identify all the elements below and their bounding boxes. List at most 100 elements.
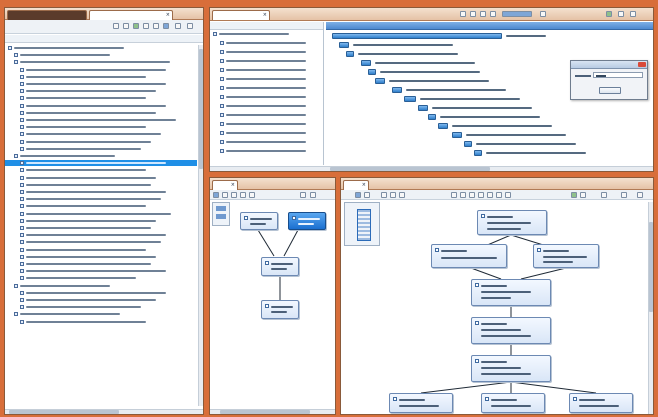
diagram-node[interactable]	[471, 317, 551, 344]
gantt-bar[interactable]	[464, 141, 472, 147]
mini-hscrollbar[interactable]	[210, 409, 335, 414]
tree-item[interactable]	[5, 146, 197, 152]
overview-viewport[interactable]	[357, 209, 371, 241]
toolbar-icon[interactable]	[123, 23, 129, 29]
tree-item[interactable]	[5, 275, 197, 281]
tree-item[interactable]	[5, 311, 197, 317]
scroll-thumb[interactable]	[330, 167, 490, 171]
diagram-node[interactable]	[261, 300, 299, 319]
toolbar-icon[interactable]	[364, 192, 370, 198]
gantt-bar[interactable]	[346, 51, 355, 57]
toolbar-icon[interactable]	[580, 192, 586, 198]
overview-map[interactable]	[344, 202, 380, 246]
gantt-bar[interactable]	[473, 150, 482, 156]
tab-mini[interactable]: ×	[212, 180, 238, 190]
toolbar-icon[interactable]	[213, 192, 219, 198]
gantt-list-item[interactable]	[210, 94, 323, 100]
gantt-list-item[interactable]	[210, 112, 323, 118]
scroll-thumb[interactable]	[649, 222, 653, 312]
tab-structure[interactable]: ×	[89, 10, 173, 20]
diagram-node[interactable]	[481, 393, 545, 413]
tree-item[interactable]	[5, 261, 197, 267]
ok-button[interactable]	[599, 87, 621, 94]
toolbar-icon[interactable]	[621, 192, 627, 198]
tree-item[interactable]	[5, 203, 197, 209]
toolbar-icon[interactable]	[478, 192, 484, 198]
tab-main[interactable]: ×	[343, 180, 369, 190]
tree-item[interactable]	[5, 131, 197, 137]
toolbar-icon[interactable]	[630, 11, 636, 17]
gantt-list-item[interactable]	[210, 103, 323, 109]
diagram-node[interactable]	[477, 210, 547, 235]
tree-item[interactable]	[5, 304, 197, 310]
diagram-node[interactable]	[471, 355, 551, 382]
toolbar-icon[interactable]	[231, 192, 237, 198]
tree-item[interactable]	[5, 247, 197, 253]
scroll-thumb[interactable]	[199, 49, 203, 169]
toolbar-icon[interactable]	[505, 192, 511, 198]
gantt-list-item[interactable]	[210, 121, 323, 127]
toolbar-icon[interactable]	[300, 192, 306, 198]
toolbar-icon[interactable]	[502, 11, 532, 17]
tree-item[interactable]	[5, 254, 197, 260]
close-icon[interactable]: ×	[166, 11, 170, 20]
tree-item[interactable]	[5, 81, 197, 87]
tree-item[interactable]	[5, 196, 197, 202]
tree-item[interactable]	[5, 175, 197, 181]
gantt-bar[interactable]	[437, 123, 448, 129]
tree-item[interactable]	[5, 160, 197, 167]
tree-item[interactable]	[5, 117, 197, 123]
toolbar-icon[interactable]	[451, 192, 457, 198]
toolbar-icon[interactable]	[460, 192, 466, 198]
gantt-list-item[interactable]	[210, 130, 323, 136]
toolbar-icon[interactable]	[460, 11, 466, 17]
gantt-list-item[interactable]	[210, 139, 323, 145]
gantt-bar[interactable]	[360, 60, 371, 66]
toolbar-icon[interactable]	[390, 192, 396, 198]
toolbar-icon[interactable]	[540, 11, 546, 17]
tree-item[interactable]	[5, 110, 197, 116]
tree-scrollbar[interactable]	[198, 45, 203, 406]
palette-item[interactable]	[216, 214, 226, 219]
toolbar-icon[interactable]	[606, 11, 612, 17]
toolbar-icon[interactable]	[637, 192, 643, 198]
tree-item[interactable]	[5, 283, 197, 289]
tree-item[interactable]	[5, 52, 197, 58]
toolbar-icon[interactable]	[571, 192, 577, 198]
gantt-bar[interactable]	[375, 78, 386, 84]
close-icon[interactable]: ×	[263, 11, 267, 20]
tree-item[interactable]	[5, 319, 197, 325]
tree-item[interactable]	[5, 67, 197, 73]
tree-hscrollbar[interactable]	[5, 409, 203, 414]
tree-item[interactable]	[5, 103, 197, 109]
gantt-list-item[interactable]	[210, 85, 323, 91]
gantt-hscrollbar[interactable]	[210, 166, 653, 171]
toolbar-icon[interactable]	[469, 192, 475, 198]
palette-item[interactable]	[216, 206, 226, 211]
tree-item[interactable]	[5, 124, 197, 130]
close-icon[interactable]	[638, 62, 646, 67]
diagram-node[interactable]	[533, 244, 599, 268]
scroll-thumb[interactable]	[220, 410, 310, 414]
tree-item[interactable]	[5, 45, 197, 51]
toolbar-icon[interactable]	[153, 23, 159, 29]
tree-item[interactable]	[5, 225, 197, 231]
toolbar-icon[interactable]	[470, 11, 476, 17]
gantt-bar[interactable]	[452, 132, 462, 138]
toolbar-icon[interactable]	[601, 192, 607, 198]
gantt-bar[interactable]	[339, 42, 350, 48]
diagram-node[interactable]	[240, 212, 278, 230]
close-icon[interactable]: ×	[362, 181, 366, 190]
gantt-list-item[interactable]	[210, 49, 323, 55]
toolbar-icon[interactable]	[399, 192, 405, 198]
toolbar-icon[interactable]	[355, 192, 361, 198]
tree-item[interactable]	[5, 218, 197, 224]
tree-item[interactable]	[5, 211, 197, 217]
toolbar-icon[interactable]	[175, 23, 181, 29]
tree-item[interactable]	[5, 239, 197, 245]
toolbar-icon[interactable]	[496, 192, 502, 198]
tree-item[interactable]	[5, 88, 197, 94]
toolbar-icon[interactable]	[163, 23, 169, 29]
toolbar-icon[interactable]	[222, 192, 228, 198]
tree-item[interactable]	[5, 182, 197, 188]
